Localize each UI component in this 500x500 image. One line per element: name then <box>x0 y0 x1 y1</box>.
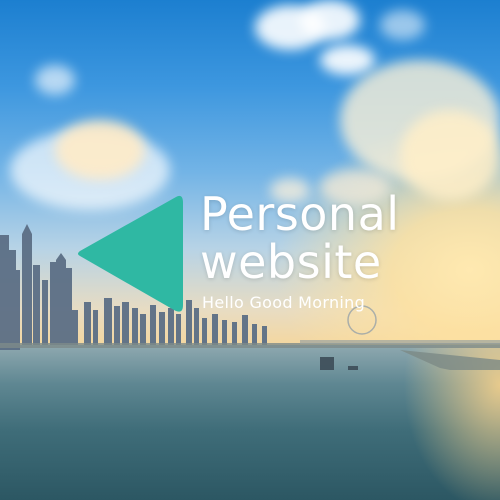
site-title-line1: Personal <box>200 187 400 241</box>
city-skyline <box>0 224 500 370</box>
site-title: Personal website <box>200 190 500 286</box>
play-triangle-icon[interactable] <box>76 193 186 315</box>
site-subtitle: Hello Good Morning <box>202 293 366 312</box>
site-title-line2: website <box>200 235 382 289</box>
